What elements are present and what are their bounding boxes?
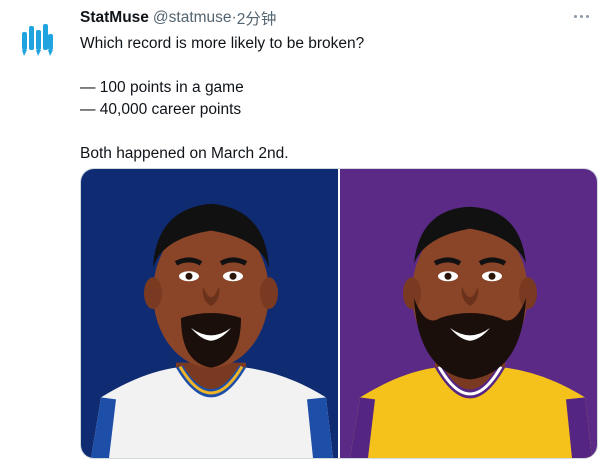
timestamp[interactable]: 2分钟 — [237, 7, 277, 29]
media-image-right[interactable] — [340, 169, 597, 458]
tweet-header: StatMuse @statmuse · 2分钟 — [80, 7, 276, 29]
author-name[interactable]: StatMuse — [80, 9, 149, 27]
more-options-icon[interactable] — [568, 6, 594, 26]
cartoon-portrait-warriors-icon — [81, 169, 338, 458]
tweet-line: Which record is more likely to be broken… — [80, 35, 365, 52]
tweet-text: Which record is more likely to be broken… — [80, 33, 590, 165]
tweet-line-blank — [80, 55, 590, 77]
media-image-left[interactable] — [81, 169, 338, 458]
tweet-line: — 100 points in a game — [80, 79, 244, 96]
statmuse-logo-icon — [10, 12, 64, 66]
avatar[interactable] — [10, 12, 64, 66]
cartoon-portrait-lakers-icon — [340, 169, 597, 458]
tweet-card[interactable]: StatMuse @statmuse · 2分钟 Which record is… — [0, 0, 607, 468]
tweet-line-blank — [80, 121, 590, 143]
tweet-line: Both happened on March 2nd. — [80, 145, 289, 162]
tweet-line: — 40,000 career points — [80, 101, 242, 118]
tweet-media[interactable] — [80, 168, 598, 459]
author-handle[interactable]: @statmuse — [153, 9, 232, 27]
